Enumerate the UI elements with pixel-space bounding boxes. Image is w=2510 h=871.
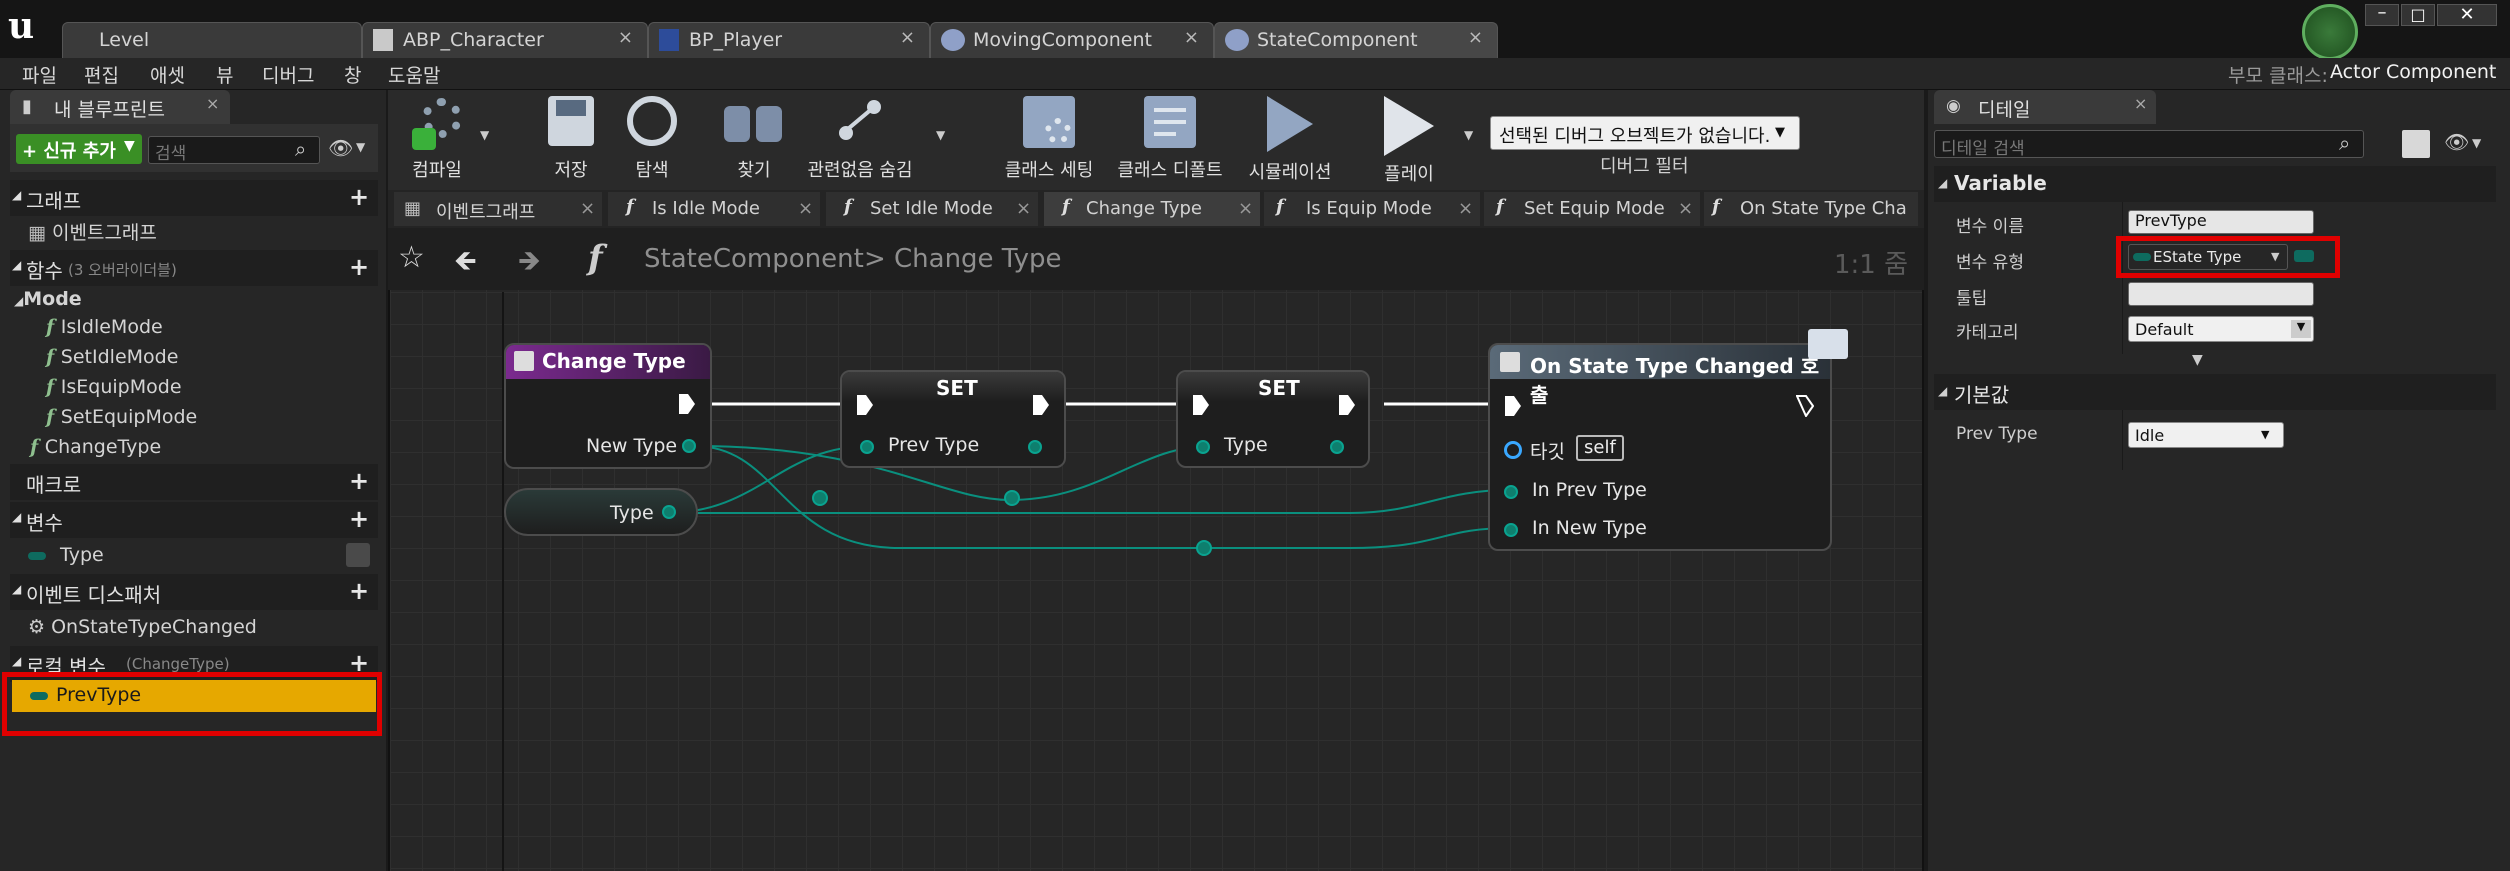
row-label-tooltip: 툴팁 bbox=[1956, 289, 1988, 309]
chevron-down-icon: ▼ bbox=[2261, 428, 2270, 441]
exec-out-pin[interactable] bbox=[1338, 394, 1356, 416]
search-icon: ⌕ bbox=[2339, 131, 2351, 155]
in-new-type-pin[interactable] bbox=[1504, 523, 1518, 537]
row-label-default-prev-type: Prev Type bbox=[1956, 424, 2038, 444]
node-header: Change Type bbox=[506, 345, 710, 379]
defaults-section-header[interactable]: ◢ 기본값 bbox=[1934, 374, 2496, 410]
details-column-divider bbox=[2122, 202, 2123, 354]
details-search-input[interactable]: 디테일 검색 ⌕ bbox=[1934, 130, 2364, 159]
target-self-badge: self bbox=[1576, 435, 1624, 461]
type-input-pin[interactable] bbox=[1196, 440, 1210, 454]
exec-out-pin[interactable] bbox=[1032, 394, 1050, 416]
eye-icon[interactable]: 👁 bbox=[2444, 130, 2469, 154]
node-function-entry[interactable]: Change Type New Type bbox=[504, 343, 712, 469]
reroute-knot bbox=[1196, 540, 1212, 556]
variable-section-header[interactable]: ◢ Variable bbox=[1934, 166, 2496, 202]
node-set-prev-type[interactable]: SET Prev Type bbox=[840, 370, 1066, 468]
expand-advanced-icon[interactable]: ▼ bbox=[2192, 352, 2203, 368]
type-output-pin[interactable] bbox=[662, 505, 676, 519]
collapse-arrow-icon: ◢ bbox=[1938, 384, 1948, 398]
tooltip-field[interactable] bbox=[2128, 282, 2314, 306]
exec-in-pin[interactable] bbox=[1192, 394, 1210, 416]
collapse-arrow-icon: ◢ bbox=[1938, 176, 1948, 190]
call-function-icon bbox=[1500, 352, 1520, 372]
type-output-pin[interactable] bbox=[1330, 440, 1344, 454]
reroute-knot bbox=[812, 490, 828, 506]
row-label-variable-type: 변수 유형 bbox=[1956, 253, 2024, 273]
highlight-box-right bbox=[2116, 236, 2340, 278]
node-header: SET bbox=[842, 372, 1064, 402]
prev-type-input-pin[interactable] bbox=[860, 440, 874, 454]
node-type-getter[interactable]: Type bbox=[504, 488, 698, 536]
node-call-on-state-type-changed[interactable]: On State Type Changed 호출 타깃 self In Prev… bbox=[1488, 329, 1848, 551]
data-wires bbox=[665, 445, 1511, 550]
default-value-select[interactable]: Idle ▼ bbox=[2128, 422, 2284, 448]
row-label-category: 카테고리 bbox=[1956, 323, 2019, 343]
category-select[interactable]: Default ▼ bbox=[2128, 316, 2314, 342]
prev-type-output-pin[interactable] bbox=[1028, 440, 1042, 454]
chevron-down-icon[interactable]: ▼ bbox=[2472, 136, 2481, 150]
exec-in-pin[interactable] bbox=[856, 394, 874, 416]
close-icon[interactable]: × bbox=[2134, 94, 2147, 113]
variable-name-field[interactable]: PrevType bbox=[2128, 210, 2314, 234]
property-matrix-icon[interactable] bbox=[2402, 130, 2430, 158]
exec-out-pin[interactable] bbox=[1796, 395, 1814, 417]
details-panel bbox=[1928, 90, 2510, 871]
wire-type-line bbox=[666, 489, 1511, 514]
envelope-icon bbox=[1808, 329, 1848, 359]
in-prev-type-pin[interactable] bbox=[1504, 485, 1518, 499]
reroute-knot bbox=[1004, 490, 1020, 506]
details-column-divider bbox=[2122, 410, 2123, 470]
new-type-output-pin[interactable] bbox=[682, 439, 696, 453]
exec-out-pin[interactable] bbox=[678, 393, 696, 415]
node-set-type[interactable]: SET Type bbox=[1176, 370, 1370, 468]
chevron-down-icon: ▼ bbox=[2291, 320, 2311, 338]
target-input-pin[interactable] bbox=[1504, 441, 1522, 459]
node-header: On State Type Changed 호출 bbox=[1490, 345, 1830, 407]
row-label-variable-name: 변수 이름 bbox=[1956, 217, 2024, 237]
details-tab[interactable]: ◉ 디테일 × bbox=[1934, 90, 2156, 124]
exec-in-pin[interactable] bbox=[1504, 395, 1522, 417]
info-icon: ◉ bbox=[1946, 96, 1961, 116]
function-entry-icon bbox=[514, 351, 534, 371]
